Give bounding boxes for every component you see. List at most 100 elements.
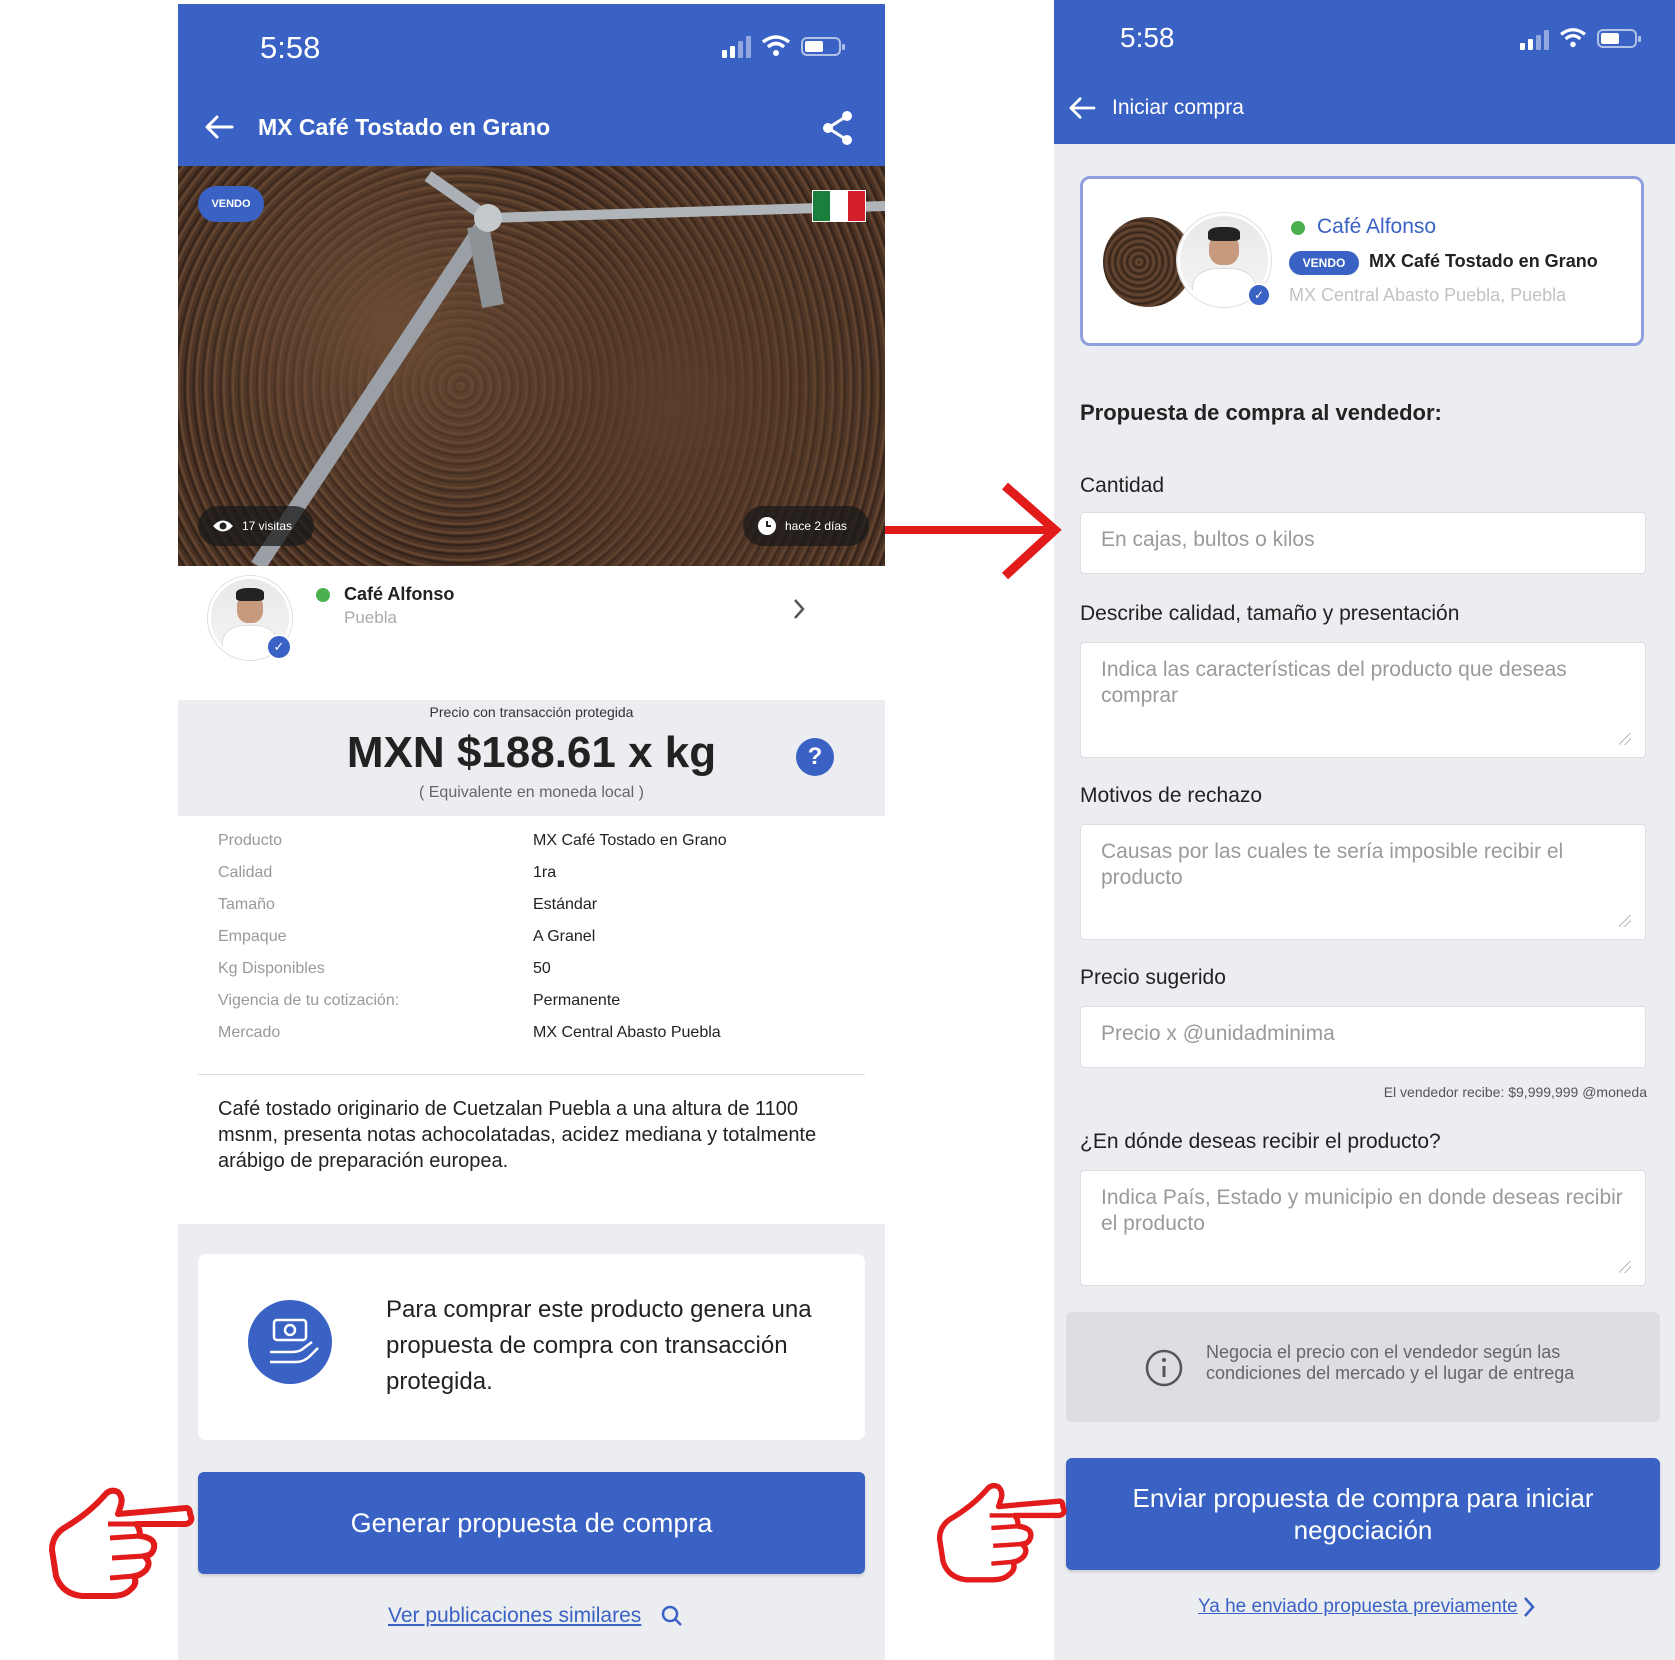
product-image[interactable]: VENDO 17 visitas hace 2 días: [178, 166, 885, 566]
quantity-input[interactable]: En cajas, bultos o kilos: [1080, 512, 1646, 574]
start-purchase-screen: 5:58 Iniciar compra ✓ Café Alfonso VENDO…: [1054, 0, 1675, 1660]
money-hand-icon: [248, 1300, 332, 1384]
resize-handle-icon[interactable]: [1619, 733, 1631, 745]
info-card: Para comprar este producto genera una pr…: [198, 1254, 865, 1440]
info-text: Para comprar este producto genera una pr…: [386, 1296, 812, 1395]
detail-row: Kg Disponibles 50: [218, 960, 858, 992]
product-details: Producto MX Café Tostado en Grano Calidad…: [178, 816, 885, 1224]
verified-icon: ✓: [1247, 283, 1271, 307]
vendo-badge: VENDO: [1289, 251, 1359, 275]
detail-value: Estándar: [533, 896, 598, 913]
clock-icon: [758, 517, 776, 535]
app-header: 5:58 MX Café Tostado en Grano: [178, 4, 885, 166]
posted-pill: hace 2 días: [743, 506, 869, 546]
quantity-placeholder: En cajas, bultos o kilos: [1101, 528, 1315, 551]
info-icon: [1145, 1349, 1183, 1387]
field-label: Motivos de rechazo: [1080, 784, 1263, 807]
vendo-badge: VENDO: [198, 186, 264, 222]
wifi-icon: [1560, 28, 1586, 48]
delivery-textarea[interactable]: Indica País, Estado y municipio en donde…: [1080, 1170, 1646, 1286]
seller-name: Café Alfonso: [344, 584, 455, 604]
seller-location: Puebla: [344, 608, 397, 627]
online-dot: [316, 588, 330, 602]
search-icon[interactable]: [660, 1604, 684, 1628]
detail-value: 1ra: [533, 864, 557, 881]
detail-key: Calidad: [218, 864, 273, 881]
detail-row: Vigencia de tu cotización: Permanente: [218, 992, 858, 1024]
pointing-hand-icon: [49, 1487, 195, 1599]
mexico-flag-icon: [812, 190, 866, 222]
chevron-right-icon[interactable]: [1522, 1596, 1536, 1618]
wifi-icon: [761, 35, 791, 56]
detail-row: Tamaño Estándar: [218, 896, 858, 928]
previous-proposal-link[interactable]: Ya he enviado propuesta previamente: [1198, 1596, 1518, 1618]
delivery-placeholder: Indica País, Estado y municipio en donde…: [1101, 1186, 1623, 1235]
page-title: MX Café Tostado en Grano: [258, 114, 551, 140]
detail-key: Empaque: [218, 928, 287, 945]
status-time: 5:58: [260, 30, 321, 65]
views-count: 17 visitas: [242, 519, 293, 533]
detail-row: Empaque A Granel: [218, 928, 858, 960]
help-icon[interactable]: ?: [796, 738, 834, 776]
posted-time: hace 2 días: [785, 519, 848, 533]
detail-key: Vigencia de tu cotización:: [218, 992, 400, 1009]
detail-value: A Granel: [533, 928, 596, 945]
status-icons: [722, 34, 845, 58]
section-title: Propuesta de compra al vendedor:: [1080, 400, 1442, 425]
detail-row: Producto MX Café Tostado en Grano: [218, 832, 858, 864]
detail-key: Kg Disponibles: [218, 960, 325, 977]
send-proposal-button[interactable]: Enviar propuesta de compra para iniciar …: [1066, 1458, 1660, 1570]
detail-value: 50: [533, 960, 551, 977]
app-header: 5:58 Iniciar compra: [1054, 0, 1675, 144]
red-arrow-icon: [885, 482, 1062, 580]
eye-icon: [213, 520, 233, 532]
chevron-right-icon[interactable]: [792, 598, 806, 620]
detail-value: MX Café Tostado en Grano: [533, 832, 727, 849]
battery-icon: [1597, 28, 1641, 48]
quality-textarea[interactable]: Indica las características del producto …: [1080, 642, 1646, 758]
status-icons: [1520, 26, 1641, 50]
price-input[interactable]: Precio x @unidadminima: [1080, 1006, 1646, 1068]
price-placeholder: Precio x @unidadminima: [1101, 1022, 1335, 1045]
pointing-hand-icon: [936, 1483, 1067, 1583]
share-icon[interactable]: [821, 110, 855, 146]
generate-proposal-button[interactable]: Generar propuesta de compra: [198, 1472, 865, 1574]
signal-icon: [722, 34, 751, 58]
field-label: Describe calidad, tamaño y presentación: [1080, 602, 1460, 625]
price-note: ( Equivalente en moneda local ): [418, 784, 645, 801]
field-label: Precio sugerido: [1080, 966, 1226, 989]
verified-icon: ✓: [266, 634, 292, 660]
field-label: ¿En dónde deseas recibir el producto?: [1080, 1130, 1441, 1153]
seller-name: Café Alfonso: [1317, 215, 1437, 238]
page-title: Iniciar compra: [1112, 96, 1244, 119]
resize-handle-icon[interactable]: [1619, 915, 1631, 927]
resize-handle-icon[interactable]: [1619, 1261, 1631, 1273]
price-box: Precio con transacción protegida MXN $18…: [178, 700, 885, 816]
status-time: 5:58: [1120, 22, 1175, 53]
detail-row: Mercado MX Central Abasto Puebla: [218, 1024, 858, 1056]
signal-icon: [1520, 26, 1549, 50]
seller-row[interactable]: ✓ Café Alfonso Puebla: [178, 566, 885, 700]
battery-icon: [801, 36, 845, 56]
product-name: MX Café Tostado en Grano: [1369, 251, 1598, 271]
divider: [198, 1074, 865, 1075]
rejection-textarea[interactable]: Causas por las cuales te sería imposible…: [1080, 824, 1646, 940]
seller-receives-hint: El vendedor recibe: $9,999,999 @moneda: [1383, 1084, 1647, 1100]
detail-key: Mercado: [218, 1024, 281, 1041]
online-dot: [1291, 221, 1305, 235]
views-pill: 17 visitas: [198, 506, 314, 546]
product-description: Café tostado originario de Cuetzalan Pue…: [218, 1098, 817, 1172]
detail-row: Calidad 1ra: [218, 864, 858, 896]
detail-value: MX Central Abasto Puebla: [533, 1024, 721, 1041]
product-detail-screen: 5:58 MX Café Tostado en Grano VENDO 17 v…: [178, 4, 885, 1660]
price-value: MXN $188.61 x kg: [346, 728, 717, 777]
product-summary-card[interactable]: ✓ Café Alfonso VENDO MX Café Tostado en …: [1080, 176, 1644, 346]
detail-value: Permanente: [533, 992, 621, 1009]
similar-posts-link[interactable]: Ver publicaciones similares: [388, 1604, 641, 1628]
rejection-placeholder: Causas por las cuales te sería imposible…: [1101, 840, 1564, 889]
back-arrow-icon[interactable]: [204, 114, 234, 140]
market-location: MX Central Abasto Puebla, Puebla: [1289, 285, 1567, 305]
field-label: Cantidad: [1080, 474, 1165, 497]
back-arrow-icon[interactable]: [1068, 96, 1096, 120]
negotiation-note: Negocia el precio con el vendedor según …: [1066, 1312, 1660, 1422]
